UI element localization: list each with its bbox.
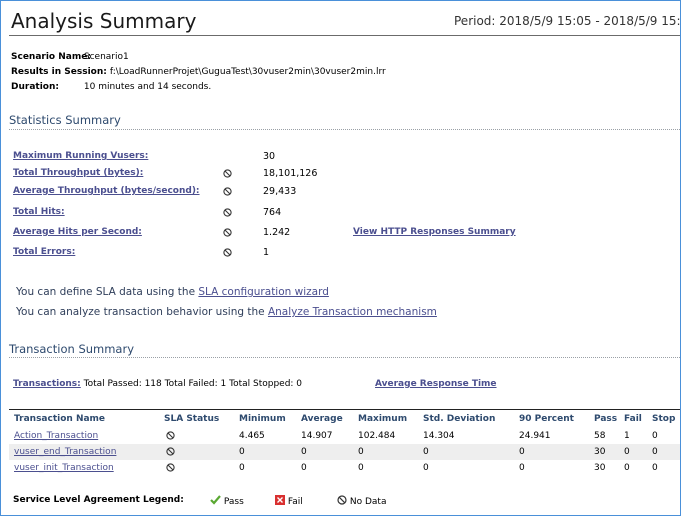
duration-row: Duration: 10 minutes and 14 seconds.: [11, 82, 211, 92]
sla-define-line: You can define SLA data using the SLA co…: [16, 286, 329, 298]
period-text: Period: 2018/5/9 15:05 - 2018/5/9 15:15: [454, 14, 681, 28]
transaction-divider: [9, 357, 680, 358]
column-header: Average: [301, 414, 343, 424]
column-header: Maximum: [358, 414, 408, 424]
results-session-label: Results in Session:: [11, 67, 107, 77]
column-header: Transaction Name: [14, 414, 106, 424]
legend-pass: Pass: [210, 495, 244, 507]
cell-maximum: 0: [358, 463, 364, 473]
no-data-icon: [223, 208, 232, 217]
transaction-totals: Transactions: Total Passed: 118 Total Fa…: [13, 379, 302, 389]
cell-stop: 0: [652, 431, 658, 441]
fail-icon: [275, 495, 285, 505]
stat-label-link[interactable]: Average Throughput (bytes/second):: [13, 186, 200, 196]
cell-p90: 24.941: [519, 431, 551, 441]
cell-p90: 0: [519, 447, 525, 457]
stat-value: 1: [263, 247, 270, 258]
stat-value: 1.242: [263, 227, 291, 238]
cell-average: 0: [301, 463, 307, 473]
cell-stop: 0: [652, 463, 658, 473]
cell-fail: 0: [624, 447, 630, 457]
no-data-icon: [223, 228, 232, 237]
stat-value: 29,433: [263, 186, 297, 197]
column-header: Pass: [594, 414, 618, 424]
view-http-responses-link[interactable]: View HTTP Responses Summary: [353, 227, 516, 237]
cell-minimum: 0: [239, 447, 245, 457]
cell-pass: 58: [594, 431, 606, 441]
cell-minimum: 0: [239, 463, 245, 473]
transaction-name-link[interactable]: Action_Transaction: [14, 431, 98, 441]
stat-label-link[interactable]: Maximum Running Vusers:: [13, 151, 148, 161]
statistics-divider: [9, 129, 680, 130]
column-header: Stop: [652, 414, 676, 424]
table-header-divider: [9, 409, 680, 410]
cell-average: 0: [301, 447, 307, 457]
column-header: SLA Status: [164, 414, 220, 424]
scenario-name-value: Scenario1: [83, 52, 129, 62]
legend-nodata: No Data: [337, 495, 386, 507]
table-row: vuser_init_Transaction 0 0 0 0 0 30 0 0: [9, 460, 680, 476]
stat-value: 18,101,126: [263, 168, 318, 179]
sla-legend-title: Service Level Agreement Legend:: [13, 495, 184, 505]
duration-label: Duration:: [11, 82, 59, 92]
analyze-transaction-link[interactable]: Analyze Transaction mechanism: [268, 306, 437, 318]
no-data-icon: [223, 248, 232, 257]
cell-std: 14.304: [423, 431, 455, 441]
cell-p90: 0: [519, 463, 525, 473]
no-data-icon: [223, 169, 232, 178]
cell-std: 0: [423, 447, 429, 457]
cell-stop: 0: [652, 447, 658, 457]
transactions-link[interactable]: Transactions:: [13, 379, 81, 389]
cell-std: 0: [423, 463, 429, 473]
sla-analyze-line: You can analyze transaction behavior usi…: [16, 306, 437, 318]
stat-label-link[interactable]: Total Hits:: [13, 207, 65, 217]
cell-maximum: 102.484: [358, 431, 396, 441]
scenario-name-label: Scenario Name:: [11, 52, 91, 62]
no-data-icon: [223, 187, 232, 196]
legend-nodata-label: No Data: [349, 497, 387, 507]
cell-average: 14.907: [301, 431, 333, 441]
cell-maximum: 0: [358, 447, 364, 457]
transaction-totals-text: Total Passed: 118 Total Failed: 1 Total …: [80, 379, 303, 389]
column-header: Fail: [624, 414, 642, 424]
sla-define-text: You can define SLA data using the: [16, 286, 199, 298]
cell-fail: 0: [624, 463, 630, 473]
legend-fail: Fail: [275, 495, 303, 507]
cell-minimum: 4.465: [239, 431, 265, 441]
results-session-row: Results in Session: f:\LoadRunnerProjet\G…: [11, 67, 386, 77]
average-response-time-link[interactable]: Average Response Time: [375, 379, 497, 389]
cell-pass: 30: [594, 463, 606, 473]
stat-label-link[interactable]: Total Errors:: [13, 247, 75, 257]
transaction-name-link[interactable]: vuser_init_Transaction: [14, 463, 114, 473]
scenario-name-row: Scenario Name: Scenario1: [11, 52, 129, 62]
transaction-summary-heading: Transaction Summary: [9, 342, 135, 356]
legend-pass-label: Pass: [223, 497, 244, 507]
results-session-value: f:\LoadRunnerProjet\GuguaTest\30vuser2mi…: [109, 67, 386, 77]
column-header: Minimum: [239, 414, 286, 424]
stat-value: 30: [263, 151, 276, 162]
column-header: 90 Percent: [519, 414, 574, 424]
title-divider: [9, 35, 680, 36]
cell-pass: 30: [594, 447, 606, 457]
statistics-summary-heading: Statistics Summary: [9, 113, 121, 127]
cell-fail: 1: [624, 431, 630, 441]
no-data-icon: [166, 447, 175, 456]
report-frame: Analysis Summary Period: 2018/5/9 15:05 …: [0, 0, 681, 516]
sla-analyze-text: You can analyze transaction behavior usi…: [16, 306, 268, 318]
no-data-icon: [337, 495, 347, 505]
check-icon: [210, 495, 221, 505]
column-header: Std. Deviation: [423, 414, 496, 424]
stat-label-link[interactable]: Average Hits per Second:: [13, 227, 142, 237]
stat-label-link[interactable]: Total Throughput (bytes):: [13, 168, 143, 178]
sla-configuration-wizard-link[interactable]: SLA configuration wizard: [198, 286, 329, 298]
page-title: Analysis Summary: [11, 9, 197, 33]
stat-value: 764: [263, 207, 282, 218]
transaction-name-link[interactable]: vuser_end_Transaction: [14, 447, 116, 457]
table-row: Action_Transaction 4.465 14.907 102.484 14.3…: [9, 428, 680, 444]
no-data-icon: [166, 431, 175, 440]
duration-value: 10 minutes and 14 seconds.: [83, 82, 212, 92]
no-data-icon: [166, 463, 175, 472]
table-row: vuser_end_Transaction 0 0 0 0 0 30 0 0: [9, 444, 680, 460]
legend-fail-label: Fail: [287, 497, 303, 507]
